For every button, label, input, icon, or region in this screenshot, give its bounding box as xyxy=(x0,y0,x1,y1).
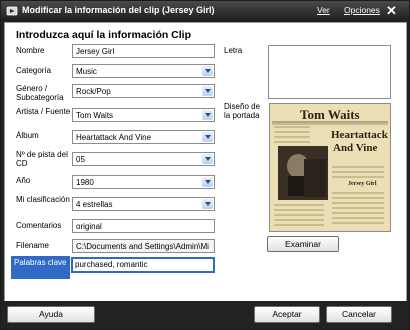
anio-select[interactable]: 1980 xyxy=(72,175,215,189)
title-bar[interactable]: Modificar la información del clip (Jerse… xyxy=(1,1,409,21)
cancel-button[interactable]: Cancelar xyxy=(326,306,392,323)
chevron-down-icon[interactable] xyxy=(202,177,213,187)
footer-bar: Ayuda Aceptar Cancelar xyxy=(1,301,409,329)
anio-label: Año xyxy=(16,176,31,185)
chevron-down-icon[interactable] xyxy=(202,132,213,142)
palabras-clave-label: Palabras clave xyxy=(11,256,70,279)
categoria-value: Music xyxy=(76,67,97,76)
palabras-clave-value: purchased, romantic xyxy=(75,260,148,269)
filename-label: Filename xyxy=(16,241,49,250)
clasificacion-select[interactable]: 4 estrellas xyxy=(72,197,215,211)
clasificacion-label: Mi clasificación xyxy=(16,195,70,204)
comentarios-input[interactable]: original xyxy=(72,219,215,233)
help-button[interactable]: Ayuda xyxy=(7,306,95,323)
pista-select[interactable]: 05 xyxy=(72,152,215,166)
artista-value: Tom Waits xyxy=(76,111,114,120)
cover-title-line2: And Vine xyxy=(333,142,378,154)
cover-caption-text: Jersey Girl xyxy=(348,181,377,187)
cover-artist-text: Tom Waits xyxy=(300,107,360,122)
close-icon[interactable]: ✕ xyxy=(386,3,397,19)
clasificacion-value: 4 estrellas xyxy=(76,200,113,209)
dialog-window: Modificar la información del clip (Jerse… xyxy=(0,0,410,330)
genero-value: Rock/Pop xyxy=(76,87,111,96)
chevron-down-icon[interactable] xyxy=(202,86,213,96)
menu-ver[interactable]: Ver xyxy=(317,5,330,15)
comentarios-value: original xyxy=(76,222,102,231)
genero-label: Género / Subcategoría xyxy=(16,84,64,102)
cover-title-line1: Heartattack xyxy=(331,129,388,141)
album-label: Álbum xyxy=(16,131,39,140)
anio-value: 1980 xyxy=(76,178,94,187)
album-cover-image: Tom Waits Heartattack And Vine Jersey Gi… xyxy=(269,103,391,232)
ok-button[interactable]: Aceptar xyxy=(254,306,320,323)
lyrics-textarea[interactable] xyxy=(268,45,391,99)
nombre-input[interactable]: Jersey Girl xyxy=(72,44,215,58)
pista-value: 05 xyxy=(76,155,85,164)
form-heading: Introduzca aquí la información Clip xyxy=(16,29,192,41)
categoria-select[interactable]: Music xyxy=(72,64,215,78)
app-logo-icon xyxy=(6,5,18,17)
categoria-label: Categoría xyxy=(16,66,52,75)
window-title: Modificar la información del clip (Jerse… xyxy=(22,5,215,15)
album-value: Heartattack And Vine xyxy=(76,133,152,142)
chevron-down-icon[interactable] xyxy=(202,66,213,76)
examinar-button[interactable]: Examinar xyxy=(267,236,339,252)
chevron-down-icon[interactable] xyxy=(202,154,213,164)
pista-label: Nº de pista del CD xyxy=(16,150,68,168)
filename-input[interactable]: C:\Documents and Settings\Admin\Mi xyxy=(72,239,215,253)
nombre-value: Jersey Girl xyxy=(76,47,115,56)
nombre-label: Nombre xyxy=(16,46,45,55)
genero-select[interactable]: Rock/Pop xyxy=(72,84,215,98)
cover-label: Diseño de la portada xyxy=(224,102,261,120)
comentarios-label: Comentarios xyxy=(16,221,62,230)
clip-info-panel: Introduzca aquí la información Clip Nomb… xyxy=(4,22,407,303)
menu-opciones[interactable]: Opciones xyxy=(344,5,380,15)
album-select[interactable]: Heartattack And Vine xyxy=(72,130,215,144)
artista-select[interactable]: Tom Waits xyxy=(72,108,215,122)
chevron-down-icon[interactable] xyxy=(202,110,213,120)
artista-label: Artista / Fuente xyxy=(16,107,71,116)
filename-value: C:\Documents and Settings\Admin\Mi xyxy=(76,242,209,251)
newspaper-cover-art xyxy=(270,104,390,231)
palabras-clave-input[interactable]: purchased, romantic xyxy=(71,257,215,273)
chevron-down-icon[interactable] xyxy=(202,199,213,209)
